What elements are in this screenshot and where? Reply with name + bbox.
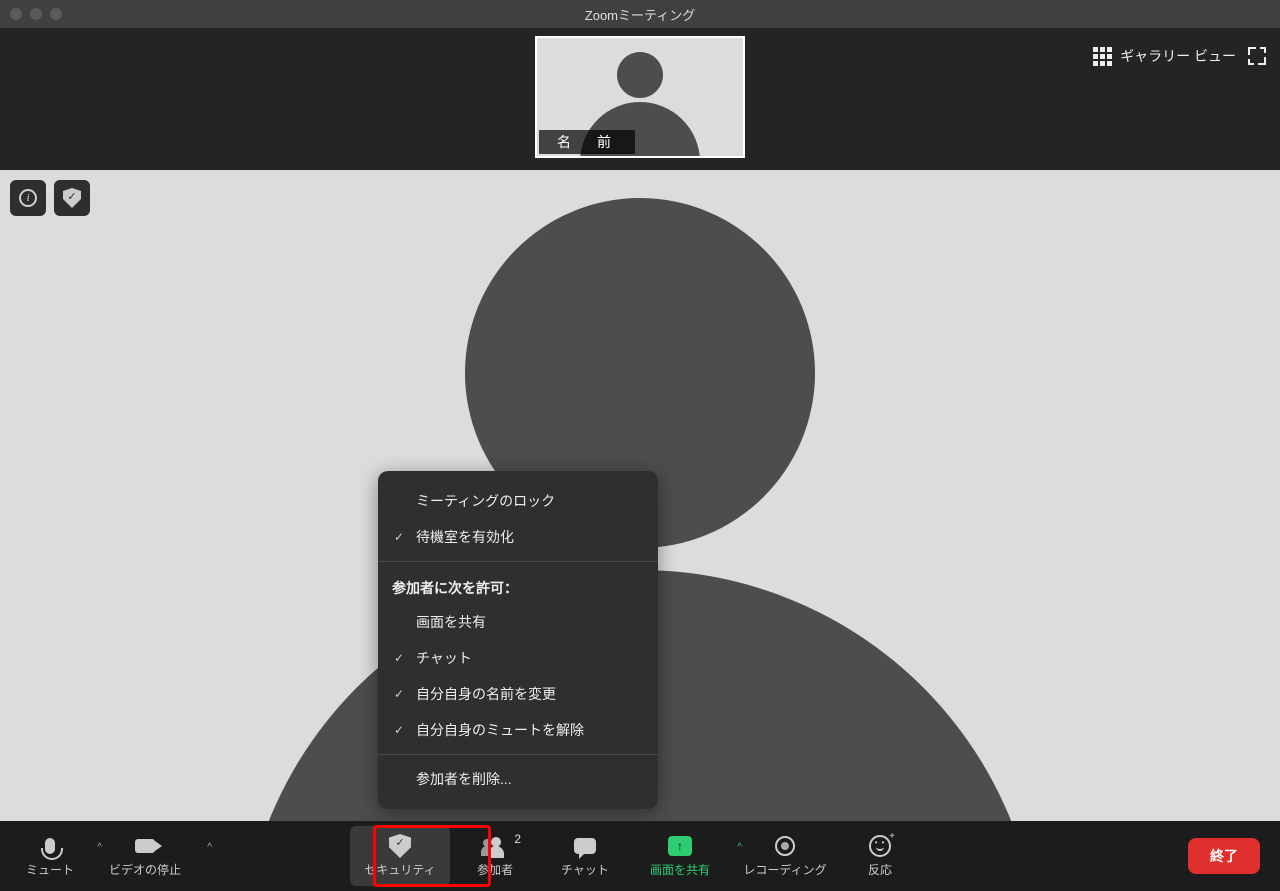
main-video-area: i ミーティングのロック ✓ 待機室を有効化 参加者に次を許可： 画面を共有 ✓…	[0, 170, 1280, 821]
smiley-icon: +	[869, 835, 891, 857]
participant-thumbnail[interactable]: 名 前	[535, 36, 745, 158]
menu-section-header: 参加者に次を許可：	[378, 568, 658, 604]
camera-icon	[135, 839, 155, 853]
menu-allow-chat[interactable]: ✓ チャット	[378, 640, 658, 676]
avatar-head	[617, 52, 663, 98]
check-icon: ✓	[392, 651, 406, 665]
check-icon: ✓	[392, 530, 406, 544]
minimize-window-button[interactable]	[30, 8, 42, 20]
toolbar-label: 画面を共有	[650, 861, 710, 878]
fullscreen-button[interactable]	[1248, 47, 1266, 65]
participant-strip: 名 前 ギャラリー ビュー	[0, 28, 1280, 170]
menu-allow-share-screen[interactable]: 画面を共有	[378, 604, 658, 640]
chat-icon	[574, 838, 596, 854]
shield-icon	[389, 834, 411, 858]
security-button[interactable]: セキュリティ	[350, 826, 450, 886]
menu-label: 参加者を削除...	[416, 769, 512, 789]
meeting-info-button[interactable]: i	[10, 180, 46, 216]
toolbar-label: レコーディング	[743, 861, 826, 878]
window-controls[interactable]	[10, 8, 62, 20]
microphone-icon	[45, 838, 55, 854]
participants-button[interactable]: 2 参加者	[450, 826, 540, 886]
menu-divider	[378, 754, 658, 755]
menu-allow-unmute[interactable]: ✓ 自分自身のミュートを解除	[378, 712, 658, 748]
menu-waiting-room[interactable]: ✓ 待機室を有効化	[378, 519, 658, 555]
end-meeting-button[interactable]: 終了	[1188, 838, 1260, 874]
menu-label: 自分自身のミュートを解除	[416, 720, 584, 740]
check-icon: ✓	[392, 723, 406, 737]
menu-label: ミーティングのロック	[416, 491, 555, 511]
toolbar-label: 参加者	[477, 861, 513, 878]
close-window-button[interactable]	[10, 8, 22, 20]
toolbar-label: ミュート	[26, 861, 74, 878]
shield-check-icon	[63, 188, 81, 208]
stop-video-button[interactable]: ビデオの停止 ^	[90, 826, 200, 886]
toolbar-label: チャット	[561, 861, 609, 878]
grid-icon	[1093, 47, 1112, 66]
gallery-view-button[interactable]: ギャラリー ビュー	[1093, 46, 1236, 66]
mute-button[interactable]: ミュート ^	[10, 826, 90, 886]
encryption-button[interactable]	[54, 180, 90, 216]
chat-button[interactable]: チャット	[540, 826, 630, 886]
share-screen-icon: ↑	[668, 836, 692, 856]
chevron-up-icon[interactable]: ^	[207, 842, 212, 853]
gallery-view-label: ギャラリー ビュー	[1120, 46, 1236, 66]
menu-divider	[378, 561, 658, 562]
participants-icon	[483, 837, 507, 855]
toolbar-label: セキュリティ	[364, 861, 435, 878]
security-menu: ミーティングのロック ✓ 待機室を有効化 参加者に次を許可： 画面を共有 ✓ チ…	[378, 471, 658, 809]
window-title: Zoomミーティング	[585, 5, 695, 24]
menu-label: 画面を共有	[416, 612, 486, 632]
menu-label: 自分自身の名前を変更	[416, 684, 556, 704]
menu-label: チャット	[416, 648, 472, 668]
check-icon: ✓	[392, 687, 406, 701]
menu-lock-meeting[interactable]: ミーティングのロック	[378, 483, 658, 519]
record-icon	[775, 836, 795, 856]
toolbar-label: ビデオの停止	[109, 861, 181, 878]
menu-allow-rename[interactable]: ✓ 自分自身の名前を変更	[378, 676, 658, 712]
recording-button[interactable]: レコーディング	[730, 826, 840, 886]
menu-label: 待機室を有効化	[416, 527, 514, 547]
end-label: 終了	[1210, 848, 1238, 864]
share-screen-button[interactable]: ↑ 画面を共有 ^	[630, 826, 730, 886]
zoom-window-button[interactable]	[50, 8, 62, 20]
titlebar: Zoomミーティング	[0, 0, 1280, 28]
info-icon: i	[19, 189, 37, 207]
toolbar-label: 反応	[868, 861, 892, 878]
menu-remove-participant[interactable]: 参加者を削除...	[378, 761, 658, 797]
meeting-toolbar: ミュート ^ ビデオの停止 ^ セキュリティ 2 参加者 チャット ↑ 画面を共…	[0, 821, 1280, 891]
reactions-button[interactable]: + 反応	[840, 826, 920, 886]
participant-name-label: 名 前	[539, 130, 635, 154]
participant-count-badge: 2	[514, 832, 521, 846]
